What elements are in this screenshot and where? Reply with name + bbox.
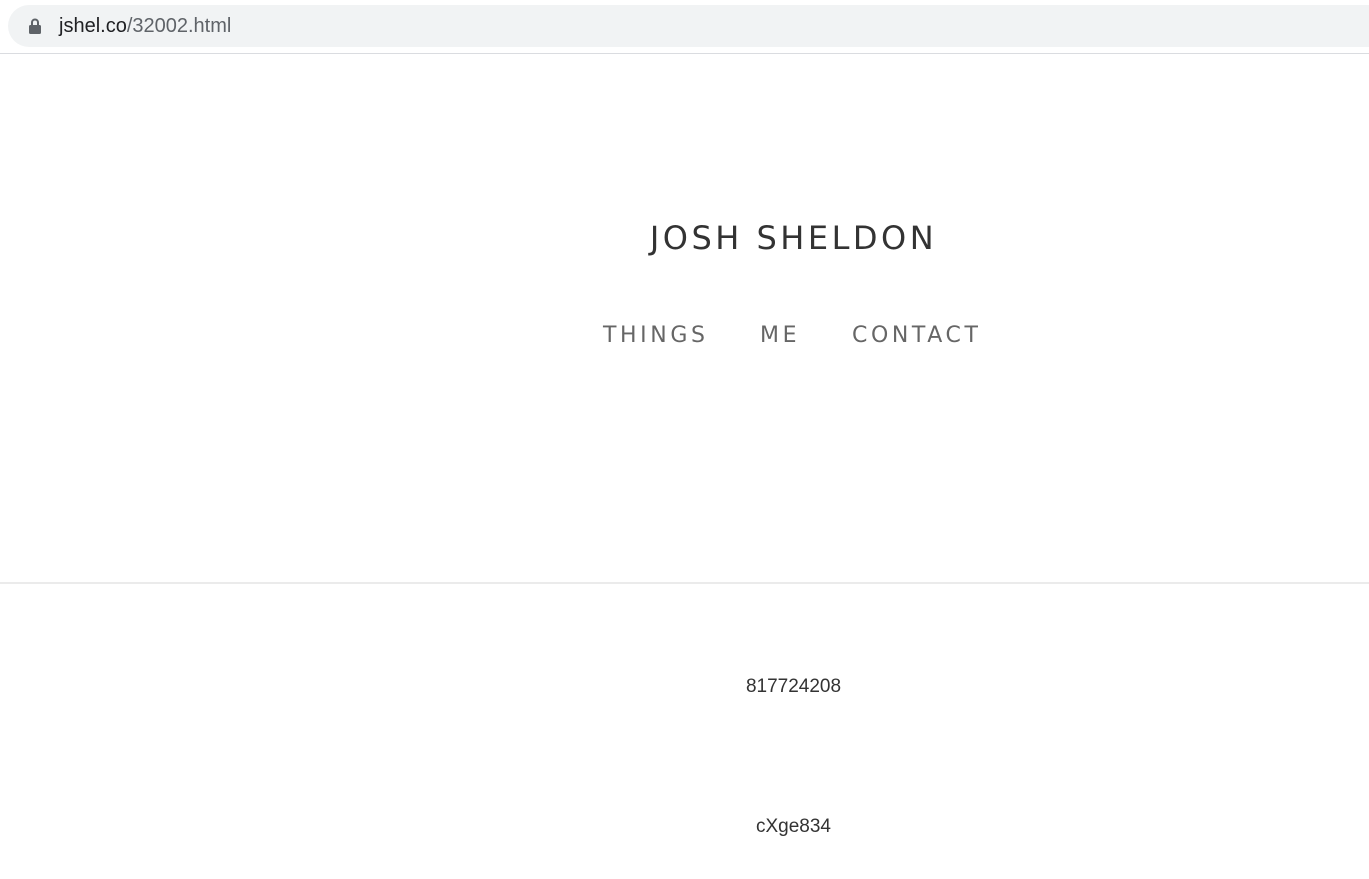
browser-toolbar: jshel.co/32002.html <box>0 0 1369 54</box>
url-path: /32002.html <box>126 15 232 37</box>
header-divider <box>0 582 1369 584</box>
address-bar[interactable]: jshel.co/32002.html <box>8 5 1369 47</box>
nav-link-contact[interactable]: CONTACT <box>852 318 982 354</box>
content-text-1: 817724208 <box>745 676 842 697</box>
nav-link-things[interactable]: THINGS <box>603 318 709 354</box>
main-nav: THINGS ME CONTACT <box>0 318 1369 354</box>
url-host: jshel.co <box>59 15 127 37</box>
site-title[interactable]: JOSH SHELDON <box>0 214 1369 262</box>
url-text[interactable]: jshel.co/32002.html <box>59 5 231 47</box>
content-text-2: cXge834 <box>755 816 831 837</box>
lock-icon[interactable] <box>29 18 41 34</box>
nav-link-me[interactable]: ME <box>760 318 800 354</box>
